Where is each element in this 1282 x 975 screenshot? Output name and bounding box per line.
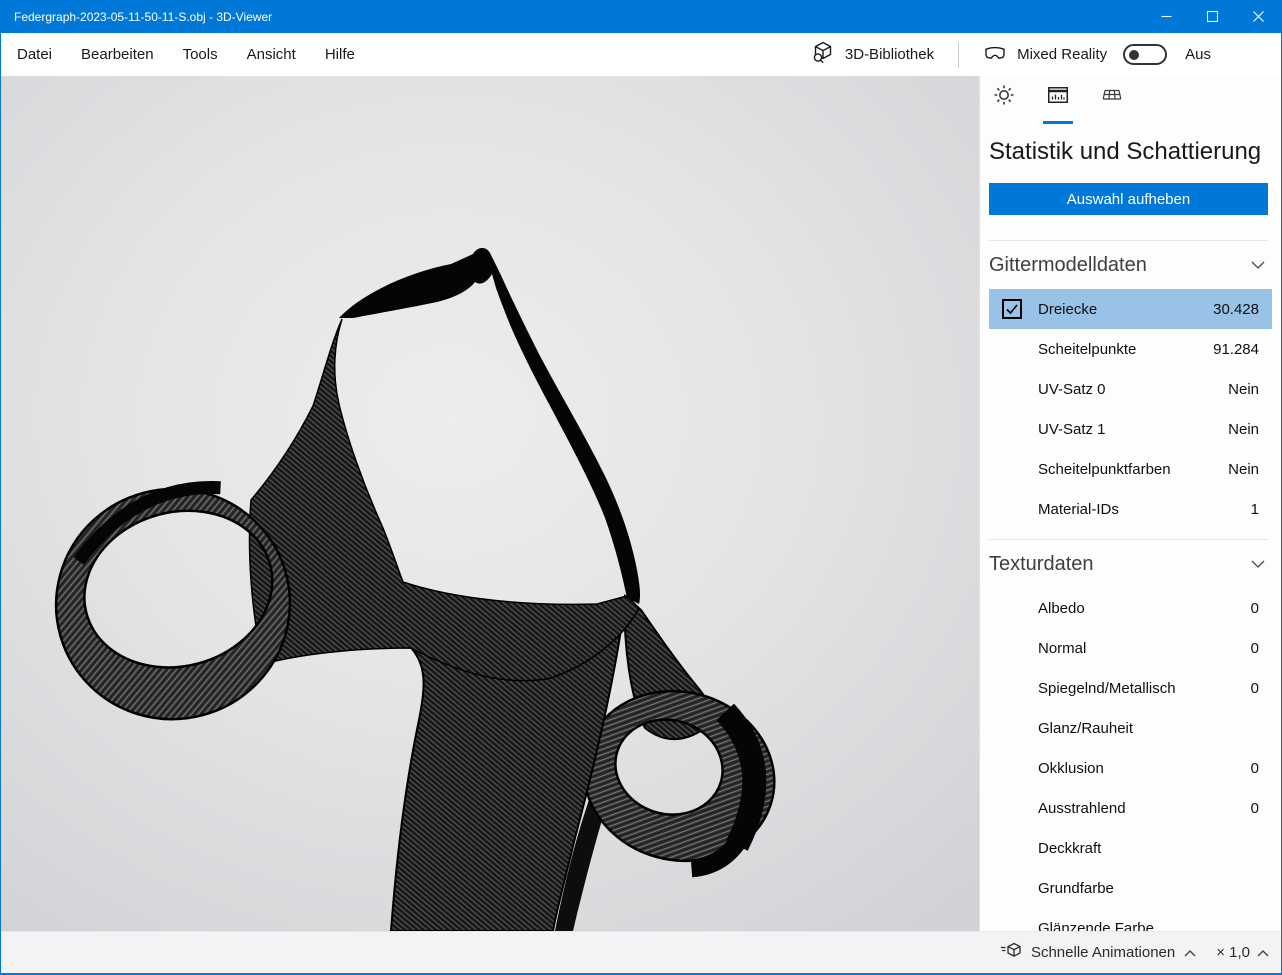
row-value: 0: [1251, 680, 1259, 697]
minimize-icon: [1161, 11, 1172, 22]
row-label: Material-IDs: [1038, 501, 1119, 518]
3d-library-button[interactable]: 3D-Bibliothek: [810, 40, 934, 69]
maximize-button[interactable]: [1189, 0, 1235, 33]
menu-bearbeiten[interactable]: Bearbeiten: [79, 42, 156, 67]
menu-tools[interactable]: Tools: [181, 42, 220, 67]
row-label: Glänzende Farbe: [1038, 920, 1154, 932]
row-value: Nein: [1228, 381, 1259, 398]
mixed-reality-toggle[interactable]: [1123, 44, 1167, 65]
row-label: Scheitelpunkte: [1038, 341, 1136, 358]
animation-cube-icon: [1000, 941, 1022, 964]
row-label: Deckkraft: [1038, 840, 1101, 857]
menubar-separator: [958, 42, 959, 68]
3d-viewport[interactable]: [1, 76, 979, 931]
wireframe-grid-icon: [1101, 84, 1123, 111]
menubar-right: 3D-Bibliothek Mixed Reality Aus: [810, 40, 1211, 69]
section-header-texturdaten[interactable]: Texturdaten: [980, 540, 1281, 588]
panel-title: Statistik und Schattierung: [989, 138, 1272, 166]
statusbar: Schnelle Animationen × 1,0: [1, 931, 1281, 973]
main-area: Statistik und Schattierung Auswahl aufhe…: [1, 76, 1281, 931]
tab-statistics[interactable]: [1043, 84, 1073, 124]
row-value: 91.284: [1213, 341, 1259, 358]
menubar: Datei Bearbeiten Tools Ansicht Hilfe 3D-…: [1, 33, 1281, 76]
row-ausstrahlend[interactable]: Ausstrahlend 0: [989, 788, 1272, 828]
row-value: Nein: [1228, 421, 1259, 438]
row-spiegelnd-metallisch[interactable]: Spiegelnd/Metallisch 0: [989, 668, 1272, 708]
row-value: 1: [1251, 501, 1259, 518]
row-uv-satz-1[interactable]: UV-Satz 1 Nein: [989, 409, 1272, 449]
chevron-down-icon: [1251, 256, 1265, 274]
row-value: 0: [1251, 800, 1259, 817]
tab-environment[interactable]: [989, 84, 1019, 124]
chevron-up-icon: [1184, 944, 1196, 961]
maximize-icon: [1207, 11, 1218, 22]
stats-chart-icon: [1047, 84, 1069, 111]
chevron-down-icon: [1251, 555, 1265, 573]
row-value: 0: [1251, 760, 1259, 777]
menu-hilfe[interactable]: Hilfe: [323, 42, 357, 67]
row-label: Okklusion: [1038, 760, 1104, 777]
close-icon: [1253, 11, 1264, 22]
panel-tabs: [980, 76, 1281, 124]
row-uv-satz-0[interactable]: UV-Satz 0 Nein: [989, 369, 1272, 409]
row-label: UV-Satz 0: [1038, 381, 1106, 398]
mixed-reality-state: Aus: [1185, 46, 1211, 63]
texture-data-rows: Albedo 0 Normal 0 Spiegelnd/Metallisch 0…: [989, 588, 1272, 931]
toggle-knob: [1129, 50, 1139, 60]
menu-datei[interactable]: Datei: [15, 42, 54, 67]
row-label: Glanz/Rauheit: [1038, 720, 1133, 737]
row-label: Albedo: [1038, 600, 1085, 617]
quick-animations-label: Schnelle Animationen: [1031, 944, 1175, 961]
speed-value: × 1,0: [1216, 944, 1250, 961]
row-label: UV-Satz 1: [1038, 421, 1106, 438]
section-title: Texturdaten: [989, 553, 1094, 576]
quick-animations-control[interactable]: Schnelle Animationen: [1000, 941, 1196, 964]
deselect-button[interactable]: Auswahl aufheben: [989, 183, 1268, 215]
section-header-gittermodelldaten[interactable]: Gittermodelldaten: [980, 241, 1281, 289]
minimize-button[interactable]: [1143, 0, 1189, 33]
menu-ansicht[interactable]: Ansicht: [245, 42, 298, 67]
row-glanz-rauheit[interactable]: Glanz/Rauheit: [989, 708, 1272, 748]
row-value: 0: [1251, 640, 1259, 657]
row-albedo[interactable]: Albedo 0: [989, 588, 1272, 628]
stats-panel: Statistik und Schattierung Auswahl aufhe…: [979, 76, 1281, 931]
window-title: Federgraph-2023-05-11-50-11-S.obj - 3D-V…: [1, 10, 1143, 24]
row-value: 30.428: [1213, 301, 1259, 318]
row-label: Spiegelnd/Metallisch: [1038, 680, 1176, 697]
section-title: Gittermodelldaten: [989, 254, 1147, 277]
app-window: Federgraph-2023-05-11-50-11-S.obj - 3D-V…: [0, 0, 1282, 975]
row-label: Grundfarbe: [1038, 880, 1114, 897]
row-scheitelpunkte[interactable]: Scheitelpunkte 91.284: [989, 329, 1272, 369]
row-okklusion[interactable]: Okklusion 0: [989, 748, 1272, 788]
row-label: Scheitelpunktfarben: [1038, 461, 1171, 478]
mixed-reality-label: Mixed Reality: [1017, 46, 1107, 63]
3d-model-ribbon: [1, 76, 979, 931]
row-checkbox[interactable]: [1002, 299, 1022, 319]
animation-speed-control[interactable]: × 1,0: [1216, 944, 1269, 961]
row-deckkraft[interactable]: Deckkraft: [989, 828, 1272, 868]
3d-library-cube-icon: [810, 40, 836, 69]
close-button[interactable]: [1235, 0, 1281, 33]
mixed-reality-visor-icon: [983, 44, 1007, 66]
row-label: Ausstrahlend: [1038, 800, 1126, 817]
row-label: Normal: [1038, 640, 1086, 657]
mesh-data-rows: Dreiecke 30.428 Scheitelpunkte 91.284 UV…: [989, 289, 1272, 529]
titlebar: Federgraph-2023-05-11-50-11-S.obj - 3D-V…: [1, 0, 1281, 33]
row-glaenzende-farbe[interactable]: Glänzende Farbe: [989, 908, 1272, 931]
row-value: Nein: [1228, 461, 1259, 478]
row-grundfarbe[interactable]: Grundfarbe: [989, 868, 1272, 908]
tab-wireframe[interactable]: [1097, 84, 1127, 124]
row-dreiecke[interactable]: Dreiecke 30.428: [989, 289, 1272, 329]
chevron-up-icon: [1257, 944, 1269, 961]
row-value: 0: [1251, 600, 1259, 617]
row-scheitelpunktfarben[interactable]: Scheitelpunktfarben Nein: [989, 449, 1272, 489]
row-normal[interactable]: Normal 0: [989, 628, 1272, 668]
3d-library-label: 3D-Bibliothek: [845, 46, 934, 63]
row-material-ids[interactable]: Material-IDs 1: [989, 489, 1272, 529]
mixed-reality-group: Mixed Reality Aus: [983, 44, 1211, 66]
row-label: Dreiecke: [1038, 301, 1097, 318]
sun-environment-icon: [993, 84, 1015, 111]
